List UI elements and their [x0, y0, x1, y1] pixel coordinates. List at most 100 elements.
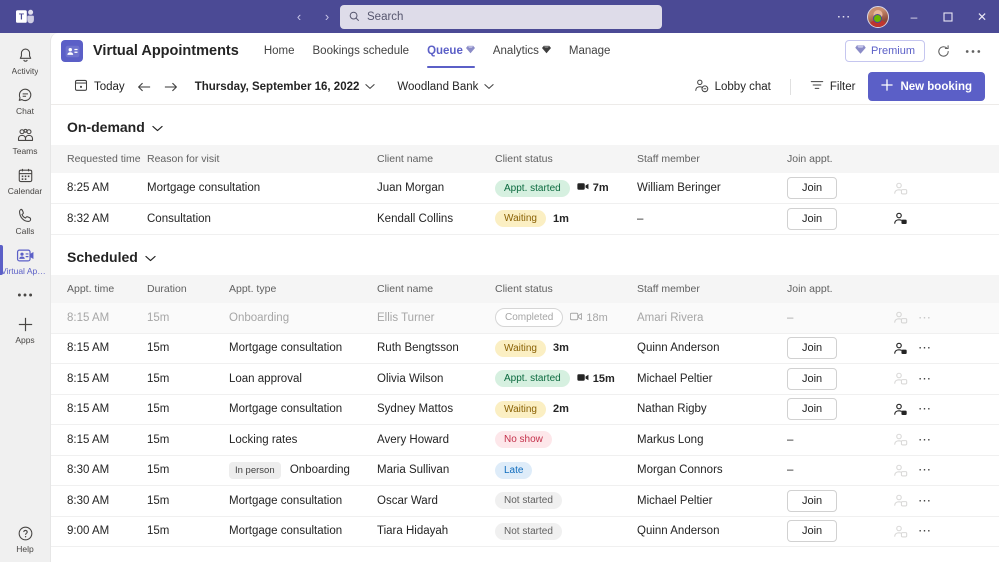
today-button[interactable]: Today — [67, 74, 132, 99]
sidebar-item-more[interactable] — [0, 279, 50, 308]
cell-appt-type: Mortgage consultation — [229, 333, 377, 364]
table-row[interactable]: 8:15 AM 15m Onboarding Ellis Turner Comp… — [51, 303, 999, 334]
cell-client-name: Tiara Hidayah — [377, 516, 495, 547]
tab-manage[interactable]: Manage — [560, 33, 620, 69]
question-circle-icon — [17, 523, 34, 543]
chat-with-client-icon[interactable] — [893, 463, 908, 478]
cell-requested-time: 8:32 AM — [51, 204, 147, 235]
back-icon[interactable]: ‹ — [288, 6, 310, 28]
calendar-icon — [17, 165, 34, 185]
table-row[interactable]: 8:15 AM 15m Loan approval Olivia Wilson … — [51, 364, 999, 395]
section-title-label: On-demand — [67, 119, 145, 135]
sidebar-item-help[interactable]: Help — [0, 517, 50, 562]
chat-with-client-icon[interactable] — [893, 432, 908, 447]
table-row[interactable]: 8:32 AM Consultation Kendall Collins Wai… — [51, 204, 999, 235]
location-picker[interactable]: Woodland Bank — [390, 77, 501, 97]
join-button[interactable]: Join — [787, 490, 837, 512]
sidebar-item-apps[interactable]: Apps — [0, 308, 50, 348]
table-row[interactable]: 8:25 AM Mortgage consultation Juan Morga… — [51, 173, 999, 204]
scheduled-rows: 8:15 AM 15m Onboarding Ellis Turner Comp… — [51, 303, 999, 547]
queue-content: On-demand Requested time Reason for visi… — [51, 105, 999, 562]
titlebar-more-icon[interactable]: ⋯ — [829, 8, 859, 25]
chat-with-client-icon[interactable] — [893, 524, 908, 539]
sidebar-item-calls[interactable]: Calls — [0, 199, 50, 239]
cell-client-name: Maria Sullivan — [377, 455, 495, 486]
cell-client-name: Avery Howard — [377, 425, 495, 456]
cell-appt-type: Mortgage consultation — [229, 516, 377, 547]
filter-button[interactable]: Filter — [803, 75, 863, 98]
tab-bookings-schedule[interactable]: Bookings schedule — [304, 33, 419, 69]
join-button[interactable]: Join — [787, 520, 837, 542]
column-header: Requested time — [51, 145, 147, 173]
chat-with-client-icon[interactable] — [893, 402, 908, 417]
lobby-chat-button[interactable]: Lobby chat — [687, 74, 778, 100]
cell-join: Join — [787, 333, 893, 364]
sidebar-item-teams[interactable]: Teams — [0, 119, 50, 159]
sidebar-item-chat[interactable]: Chat — [0, 79, 50, 119]
row-more-icon[interactable]: ⋯ — [918, 497, 932, 505]
tab-analytics[interactable]: Analytics — [484, 33, 560, 69]
tab-home[interactable]: Home — [255, 33, 304, 69]
maximize-button[interactable] — [931, 0, 965, 33]
table-row[interactable]: 9:00 AM 15m Mortgage consultation Tiara … — [51, 516, 999, 547]
sidebar-item-activity[interactable]: Activity — [0, 39, 50, 79]
cell-staff-member: Markus Long — [637, 425, 787, 456]
table-row[interactable]: 8:15 AM 15m Locking rates Avery Howard N… — [51, 425, 999, 456]
sidebar-label: Teams — [12, 146, 37, 156]
cell-reason: Consultation — [147, 204, 377, 235]
refresh-icon[interactable] — [931, 39, 955, 63]
previous-day-button[interactable] — [132, 75, 158, 99]
join-button[interactable]: Join — [787, 398, 837, 420]
cell-client-status: No show — [495, 425, 637, 456]
minimize-button[interactable]: – — [897, 0, 931, 33]
row-more-icon[interactable]: ⋯ — [918, 527, 932, 535]
premium-badge[interactable]: Premium — [845, 40, 925, 62]
today-label: Today — [94, 81, 125, 93]
join-button[interactable]: Join — [787, 337, 837, 359]
cell-appt-time: 8:15 AM — [51, 303, 147, 334]
table-row[interactable]: 8:30 AM 15m In person Onboarding Maria S… — [51, 455, 999, 486]
next-day-button[interactable] — [158, 75, 184, 99]
row-more-icon[interactable]: ⋯ — [918, 436, 932, 444]
table-row[interactable]: 8:30 AM 15m Mortgage consultation Oscar … — [51, 486, 999, 517]
app-rail: Activity Chat Teams Calendar Calls — [0, 33, 50, 562]
window-title-bar: T ‹ › Search ⋯ – ✕ — [0, 0, 999, 33]
cell-duration: 15m — [147, 364, 229, 395]
sidebar-item-virtual-appointments[interactable]: Virtual App... — [0, 239, 50, 279]
sidebar-label: Calendar — [8, 186, 43, 196]
chat-with-client-icon[interactable] — [893, 181, 908, 196]
join-button[interactable]: Join — [787, 208, 837, 230]
close-button[interactable]: ✕ — [965, 0, 999, 33]
cell-client-status: Late — [495, 455, 637, 486]
cell-client-status: Waiting 1m — [495, 204, 637, 235]
row-more-icon[interactable]: ⋯ — [918, 314, 932, 322]
cell-client-status: Not started — [495, 516, 637, 547]
table-row[interactable]: 8:15 AM 15m Mortgage consultation Sydney… — [51, 394, 999, 425]
cell-join: – — [787, 455, 893, 486]
elapsed-time: 3m — [553, 342, 569, 354]
date-picker[interactable]: Thursday, September 16, 2022 — [188, 77, 383, 97]
search-bar[interactable]: Search — [340, 5, 662, 29]
join-button[interactable]: Join — [787, 368, 837, 390]
more-horizontal-icon[interactable] — [961, 39, 985, 63]
chat-with-client-icon[interactable] — [893, 493, 908, 508]
avatar[interactable] — [867, 6, 889, 28]
join-button[interactable]: Join — [787, 177, 837, 199]
row-more-icon[interactable]: ⋯ — [918, 344, 932, 352]
chat-with-client-icon[interactable] — [893, 341, 908, 356]
section-header-scheduled[interactable]: Scheduled — [51, 235, 999, 275]
row-more-icon[interactable]: ⋯ — [918, 375, 932, 383]
sidebar-item-calendar[interactable]: Calendar — [0, 159, 50, 199]
new-booking-button[interactable]: New booking — [868, 72, 985, 101]
chat-with-client-icon[interactable] — [893, 310, 908, 325]
table-row[interactable]: 8:15 AM 15m Mortgage consultation Ruth B… — [51, 333, 999, 364]
row-more-icon[interactable]: ⋯ — [918, 466, 932, 474]
cell-client-status: Waiting 3m — [495, 333, 637, 364]
premium-label: Premium — [871, 45, 915, 57]
chat-with-client-icon[interactable] — [893, 211, 908, 226]
forward-icon[interactable]: › — [316, 6, 338, 28]
chat-with-client-icon[interactable] — [893, 371, 908, 386]
row-more-icon[interactable]: ⋯ — [918, 405, 932, 413]
section-header-on-demand[interactable]: On-demand — [51, 105, 999, 145]
tab-queue[interactable]: Queue — [418, 33, 484, 69]
